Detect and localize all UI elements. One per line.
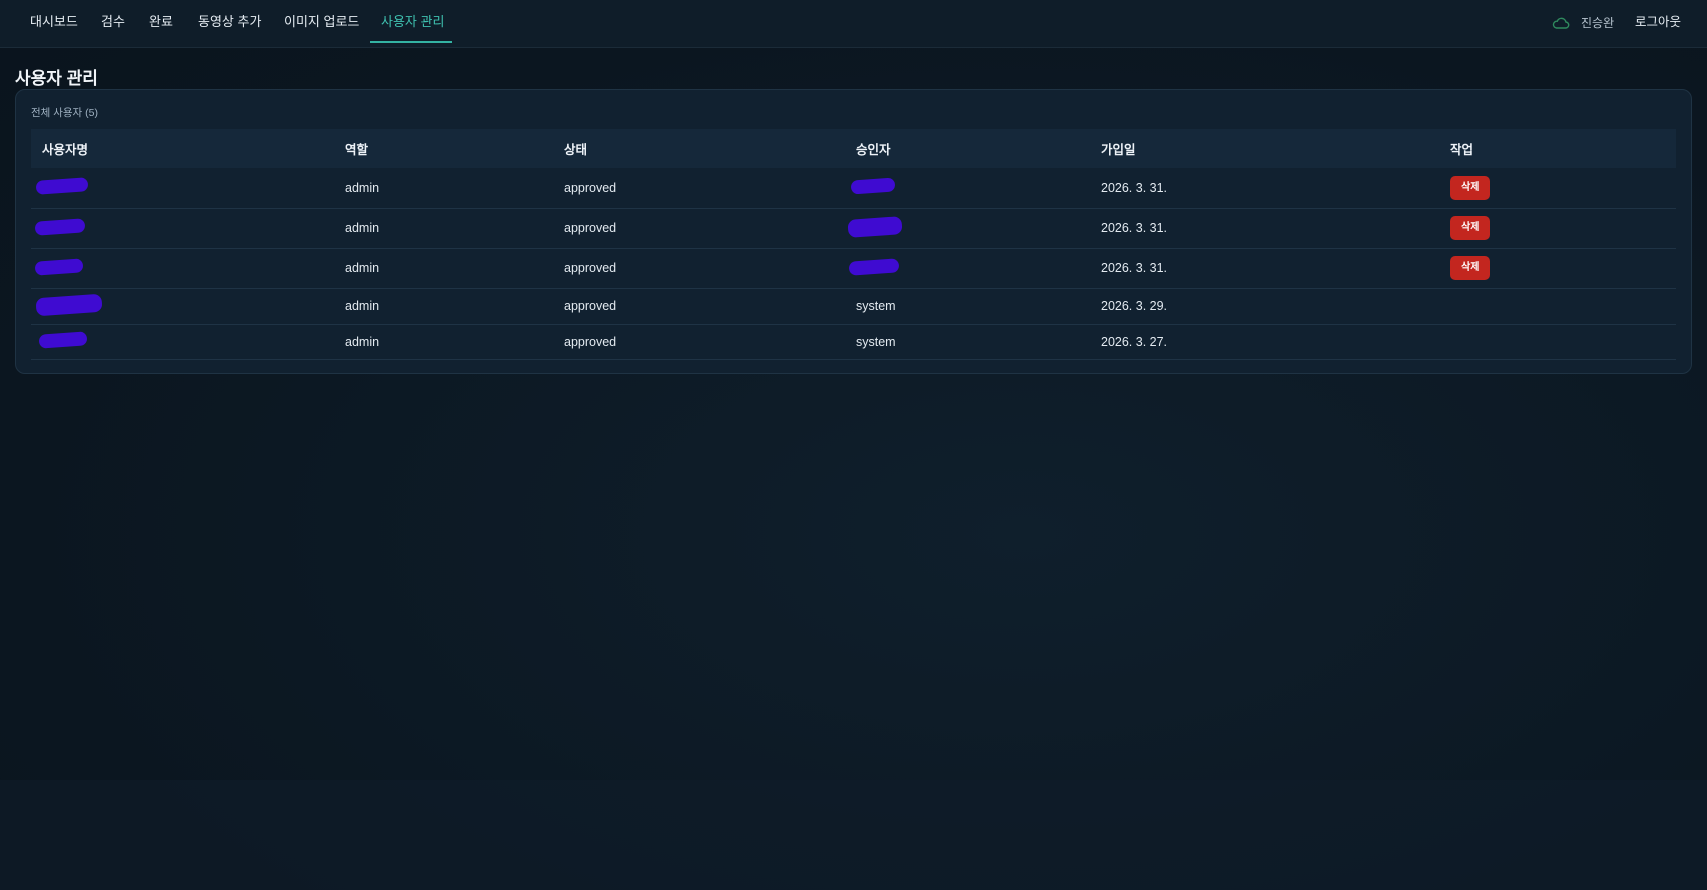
table-row: admin approved 2026. 3. 31. 삭제 [31, 168, 1676, 208]
redacted-username [35, 293, 103, 316]
col-username[interactable]: 사용자명 [31, 129, 334, 168]
nav-review[interactable]: 검수 [101, 0, 125, 43]
joined-cell: 2026. 3. 31. [1101, 261, 1168, 275]
status-cell: approved [564, 334, 617, 349]
col-action[interactable]: 작업 [1439, 129, 1676, 168]
status-cell: approved [564, 221, 617, 235]
delete-button[interactable]: 삭제 [1450, 256, 1491, 280]
role-cell: admin [345, 261, 380, 275]
active-tab-indicator [370, 41, 452, 43]
users-table: 사용자명 역할 상태 승인자 가입일 작업 admin approved 202… [31, 129, 1676, 360]
joined-cell: 2026. 3. 31. [1101, 221, 1168, 235]
redacted-approver [848, 257, 900, 276]
redacted-approver [850, 177, 896, 195]
redacted-username [34, 257, 84, 276]
delete-button[interactable]: 삭제 [1450, 216, 1491, 240]
action-cell: 삭제 [1439, 168, 1676, 208]
approver-cell: system [856, 299, 896, 313]
table-row: admin approved 2026. 3. 31. 삭제 [31, 248, 1676, 288]
role-cell: admin [345, 180, 380, 195]
joined-cell: 2026. 3. 27. [1101, 334, 1168, 349]
table-row: admin approved 2026. 3. 31. 삭제 [31, 208, 1676, 248]
username-cell [31, 248, 334, 288]
action-cell [1439, 288, 1676, 324]
joined-cell: 2026. 3. 31. [1101, 180, 1168, 195]
nav-add-video[interactable]: 동영상 추가 [198, 0, 261, 43]
redacted-approver [847, 215, 903, 238]
cloud-icon [1552, 17, 1570, 29]
col-approver[interactable]: 승인자 [845, 129, 1090, 168]
status-cell: approved [564, 180, 617, 195]
col-status[interactable]: 상태 [553, 129, 845, 168]
table-row: admin approved system 2026. 3. 29. [31, 288, 1676, 324]
role-cell: admin [345, 221, 380, 235]
redacted-username [34, 217, 86, 236]
users-panel: 전체 사용자 (5) 사용자명 역할 상태 승인자 가입일 작업 admin a… [15, 89, 1692, 374]
nav-user-management[interactable]: 사용자 관리 [381, 0, 444, 43]
action-cell [1439, 324, 1676, 359]
total-users-caption: 전체 사용자 (5) [31, 107, 98, 119]
approver-cell [845, 208, 1090, 248]
username-cell [31, 324, 334, 359]
col-joined[interactable]: 가입일 [1090, 129, 1439, 168]
action-cell: 삭제 [1439, 248, 1676, 288]
role-cell: admin [345, 299, 380, 313]
approver-cell: system [856, 334, 896, 349]
nav-dashboard[interactable]: 대시보드 [30, 0, 78, 43]
role-cell: admin [345, 334, 380, 349]
approver-cell [845, 168, 1090, 208]
delete-button[interactable]: 삭제 [1450, 175, 1491, 200]
logout-button[interactable]: 로그아웃 [1635, 0, 1681, 44]
status-cell: approved [564, 261, 617, 275]
page-title: 사용자 관리 [15, 69, 98, 88]
nav-image-upload[interactable]: 이미지 업로드 [284, 0, 359, 43]
username-cell [31, 208, 334, 248]
action-cell: 삭제 [1439, 208, 1676, 248]
approver-cell [845, 248, 1090, 288]
nav-complete[interactable]: 완료 [149, 0, 173, 43]
table-header-row: 사용자명 역할 상태 승인자 가입일 작업 [31, 129, 1676, 168]
status-cell: approved [564, 299, 617, 313]
table-row: admin approved system 2026. 3. 27. [31, 324, 1676, 359]
redacted-username [35, 177, 89, 196]
username-cell [31, 288, 334, 324]
username-cell [31, 168, 334, 208]
joined-cell: 2026. 3. 29. [1101, 299, 1168, 313]
redacted-username [38, 331, 88, 349]
background-band [0, 780, 1707, 890]
top-navigation: 대시보드 검수 완료 동영상 추가 이미지 업로드 사용자 관리 진승완 로그아… [0, 0, 1707, 48]
user-name: 진승완 [1581, 16, 1615, 30]
col-role[interactable]: 역할 [334, 129, 553, 168]
